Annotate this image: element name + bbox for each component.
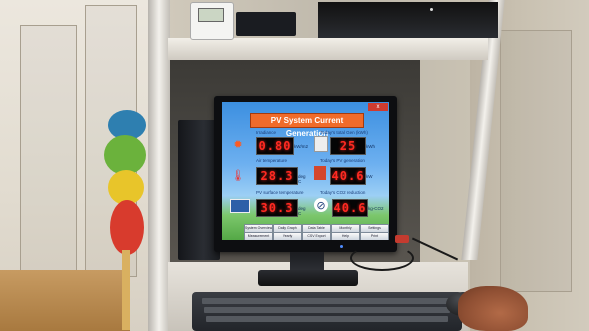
keyboard[interactable] [192,292,462,331]
sun-icon: ✹ [233,137,243,151]
red-plug [395,235,409,243]
reading-label: Irradiance [256,130,277,135]
reading-value: 25 [330,137,366,155]
meter-icon [314,136,328,152]
reading-unit: kg-CO2 [368,206,384,211]
thermometer-icon: 🌡 [231,168,245,182]
desktop-pc-top [318,2,498,38]
reading-air-temp: Air temperature 🌡 28.3 deg C [230,158,306,186]
reading-label: Today's CO2 reduction [320,190,366,195]
monitor-screen: x PV System Current Generation Irradianc… [222,102,389,240]
monitor-base [258,270,358,286]
feather-duster-red [110,200,144,255]
keyboard-key-row [206,316,448,322]
reading-value: 28.3 [256,167,298,185]
wooden-table [0,270,130,331]
reading-value: 40.6 [332,199,368,217]
reading-unit: kW/m2 [294,144,308,149]
surface-icon [230,199,250,213]
reading-pv-gen: Today's PV generation 40.6 kW [314,158,388,186]
reading-co2: Today's CO2 reduction ⊘ 40.6 kg-CO2 [314,190,388,220]
network-router [236,12,296,36]
screen-title: PV System Current Generation [250,113,364,138]
power-led [430,8,433,11]
close-button[interactable]: x [368,103,388,111]
reading-label: Today's PV generation [320,158,365,163]
right-wall-panel [500,30,572,292]
screen-button[interactable]: Help [331,232,360,240]
reading-label: PV surface temperature [256,190,304,195]
keyboard-key-row [204,307,450,313]
reading-unit: deg C [298,174,306,184]
panel-icon [314,166,326,180]
shelf-post-left [148,0,170,331]
reading-unit: kW [366,174,373,179]
upper-shelf [168,38,488,60]
reading-pv-surface-temp: PV surface temperature 30.3 deg C [230,190,306,220]
screen-button[interactable]: Measurement [244,232,273,240]
cable-loop [350,245,414,271]
monitor-power-led [340,245,343,248]
reading-value: 0.80 [256,137,294,155]
screen-button[interactable]: Yearly [273,232,302,240]
reading-unit: kWh [366,144,375,149]
reading-total-gen: Today's total Gen (kWh) 25 kWh [314,130,388,155]
reading-value: 30.3 [256,199,298,217]
reading-value: 40.6 [330,167,366,185]
reading-label: Air temperature [256,158,288,163]
hand [458,286,528,331]
co2-icon: ⊘ [314,198,328,212]
screen-button[interactable]: Print [360,232,389,240]
wall-door-panel [20,25,77,277]
meter-display [198,8,224,22]
screen-button[interactable]: CSV Export [302,232,331,240]
reading-irradiance: Irradiance ✹ 0.80 kW/m2 [230,130,308,155]
feather-duster-green [104,135,146,175]
reading-unit: deg C [298,206,306,216]
photo: x PV System Current Generation Irradianc… [0,0,589,331]
duster-handle [122,250,130,330]
reading-label: Today's total Gen (kWh) [320,130,368,135]
keyboard-key-row [202,298,452,304]
